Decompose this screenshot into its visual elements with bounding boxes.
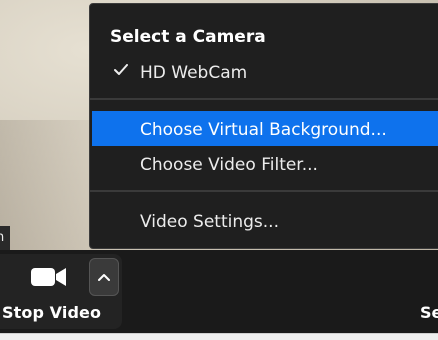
camera-menu: Select a Camera HD WebCam Choose Virtual… (89, 3, 438, 249)
checkmark-icon (114, 64, 128, 75)
stop-video-label: Stop Video (2, 303, 102, 322)
menu-item-virtual-background[interactable]: Choose Virtual Background... (140, 120, 387, 140)
video-shadow (0, 120, 90, 250)
menu-divider (90, 190, 438, 192)
video-camera-icon (31, 268, 66, 286)
menu-divider (90, 98, 438, 100)
menu-header: Select a Camera (110, 27, 266, 47)
menu-item-video-filter[interactable]: Choose Video Filter... (140, 155, 318, 175)
menu-item-camera-hd-webcam[interactable]: HD WebCam (140, 63, 247, 83)
menu-item-video-settings[interactable]: Video Settings... (140, 212, 279, 232)
video-options-button[interactable] (89, 258, 119, 296)
chevron-up-icon (98, 274, 110, 281)
participant-name-tag: n (0, 226, 10, 250)
next-toolbar-label[interactable]: Se (420, 303, 438, 322)
